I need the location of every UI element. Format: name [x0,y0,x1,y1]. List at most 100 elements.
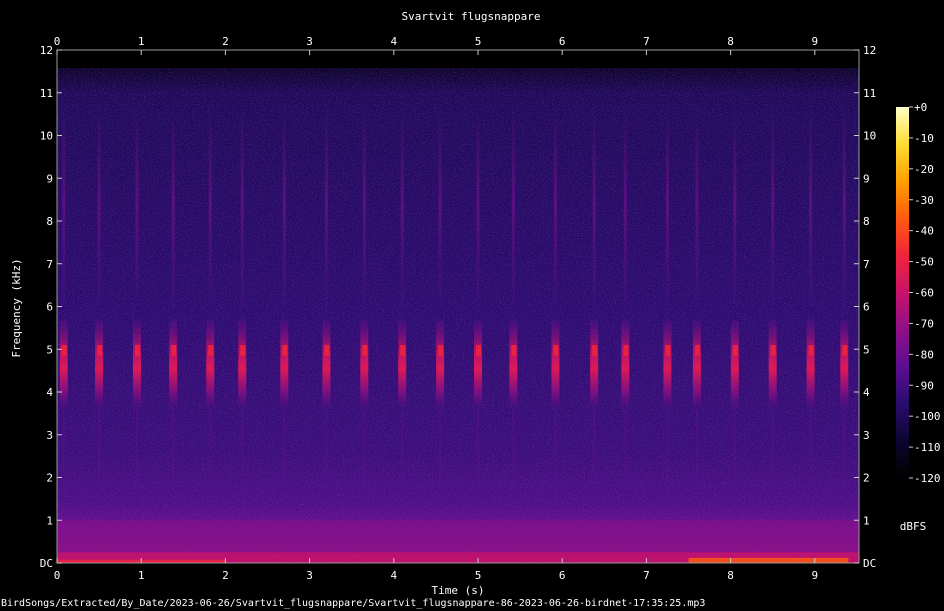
plot-area [57,50,859,563]
x-tick-label: 0 [54,569,61,582]
song-note [59,319,68,410]
y-tick-label-right: 9 [863,172,870,185]
y-tick-label-right: 3 [863,429,870,442]
song-note [621,319,630,410]
x-axis-label: Time (s) [432,584,485,597]
song-note-tail [809,409,812,495]
colorbar-tick-label: -20 [914,163,934,176]
song-note [840,319,849,410]
song-note-tail [733,409,736,495]
colorbar-tick-label: -60 [914,287,934,300]
song-note-core [694,344,700,356]
x-tick-label-top: 9 [811,35,818,48]
song-note-tail [325,409,328,495]
song-note-tail [695,409,698,495]
song-note-harmonic [733,101,737,307]
song-note [474,319,482,410]
song-note-tail [241,409,244,495]
y-tick-label-right: 11 [863,87,876,100]
song-note-tail [512,409,515,495]
song-note-tail [771,409,774,495]
song-note [95,319,104,410]
x-tick-label-top: 6 [559,35,566,48]
y-tick-label: 7 [46,258,53,271]
x-tick-label: 5 [475,569,482,582]
y-tick-label-right: 2 [863,472,870,485]
song-note-core [623,344,629,356]
y-tick-label: 5 [46,343,53,356]
colorbar-tick-label: -120 [914,472,941,485]
y-tick-label: 11 [40,87,53,100]
x-tick-label-top: 0 [54,35,61,48]
song-note-tail [593,409,596,495]
y-tick-label-right: 6 [863,301,870,314]
colorbar-tick-label: -30 [914,194,934,207]
song-note-tail [172,409,175,495]
y-tick-label-right: 5 [863,343,870,356]
colorbar-tick-label: +0 [914,101,927,114]
x-tick-label-top: 5 [475,35,482,48]
song-note-core [732,344,738,356]
song-note-harmonic [135,101,139,307]
song-note-tail [283,409,286,495]
y-tick-label: 1 [46,514,53,527]
x-tick-label-top: 7 [643,35,650,48]
y-axis-label: Frequency (kHz) [10,258,23,357]
song-note [238,319,247,410]
y-tick-label: 9 [46,172,53,185]
song-note [280,319,289,410]
x-tick-label-top: 4 [390,35,397,48]
song-note-core [842,344,848,356]
y-tick-label-right: 10 [863,130,876,143]
song-note [663,319,672,410]
song-note-harmonic [665,101,669,307]
y-tick-label-right: 12 [863,44,876,57]
y-tick-label-right: 1 [863,514,870,527]
song-note-core [240,344,246,356]
x-tick-label: 7 [643,569,650,582]
dc-hot-band [688,557,849,563]
song-note-core [324,344,330,356]
colorbar-tick-label: -10 [914,132,934,145]
x-tick-label: 3 [306,569,313,582]
song-note-core [553,344,559,356]
x-tick-label: 8 [727,569,734,582]
song-note-tail [554,409,557,495]
song-note-core [208,344,214,356]
song-note-harmonic [553,101,557,307]
colorbar-label: dBFS [900,520,927,533]
x-tick-label: 4 [390,569,397,582]
song-note-core [362,344,368,356]
song-note [551,319,560,410]
song-note [169,319,178,410]
x-tick-label-top: 1 [138,35,145,48]
colorbar-tick-label: -100 [914,410,941,423]
song-note-harmonic [62,101,66,307]
song-note-harmonic [809,101,813,307]
song-note-core [665,344,671,356]
song-note-core [171,344,177,356]
y-tick-label: 2 [46,472,53,485]
x-tick-label: 6 [559,569,566,582]
colorbar-tick-label: -110 [914,441,941,454]
song-note [509,319,518,410]
song-note-harmonic [842,101,846,307]
song-note-harmonic [362,101,366,307]
song-note-core [97,344,103,356]
x-tick-label-top: 3 [306,35,313,48]
song-note-harmonic [623,101,627,307]
song-note [132,319,141,410]
song-note-tail [98,409,101,495]
song-note-core [400,344,406,356]
y-tick-label: 6 [46,301,53,314]
song-note-harmonic [240,101,244,307]
y-tick-label-right: 7 [863,258,870,271]
song-note [206,319,215,410]
colorbar-tick-label: -50 [914,256,934,269]
song-note-tail [363,409,366,495]
song-note-harmonic [592,101,596,307]
song-note-tail [843,409,846,495]
song-note-harmonic [171,101,175,307]
song-note-harmonic [476,101,480,307]
song-note-harmonic [208,101,212,307]
